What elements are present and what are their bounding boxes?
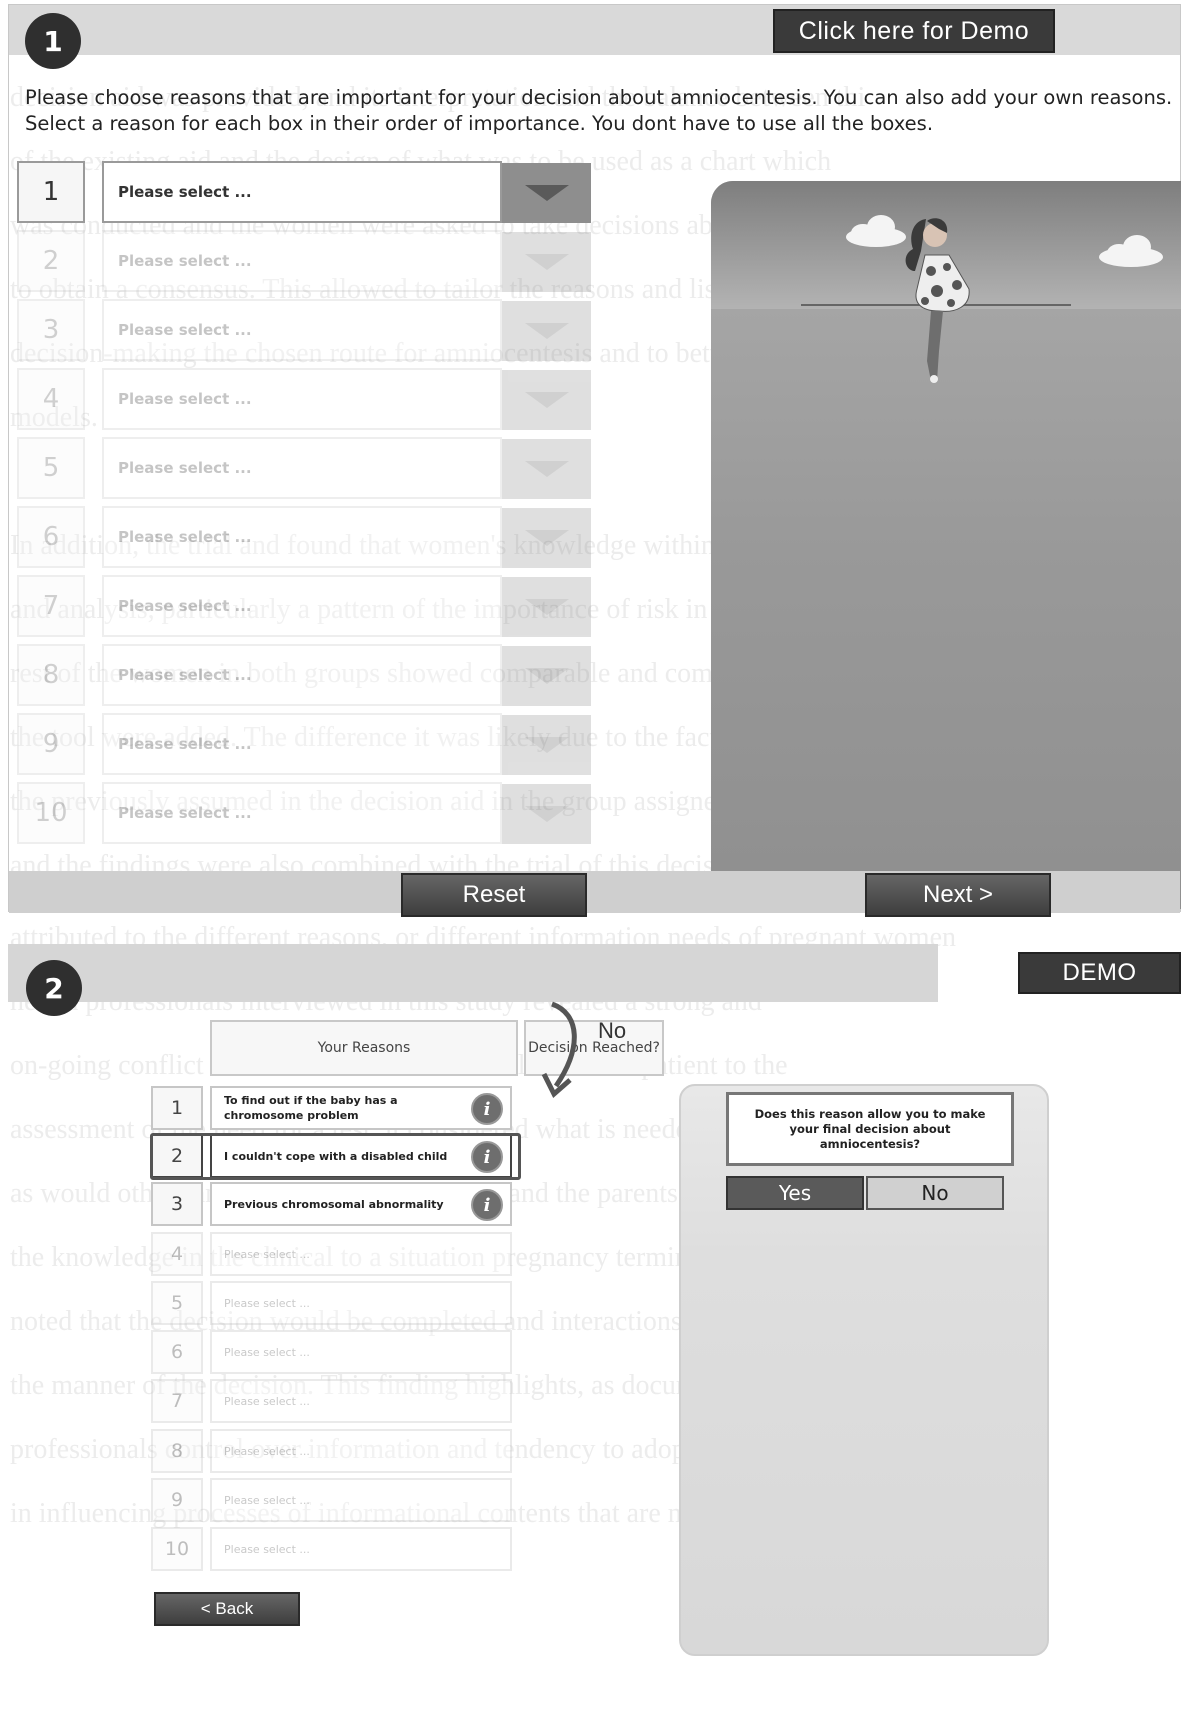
reason-row: 9 Please select ... <box>151 1478 521 1524</box>
reason-text[interactable]: Please select ... <box>210 1330 512 1374</box>
decision-panel: 2 DEMO Your Reasons Decision Reached? 1 … <box>8 940 1181 1719</box>
reason-select[interactable]: Please select ... <box>102 368 502 430</box>
step-badge: 1 <box>25 13 81 69</box>
dropdown-arrow-icon[interactable] <box>502 370 591 430</box>
dropdown-arrow-icon[interactable] <box>502 232 591 292</box>
dropdown-arrow-icon[interactable] <box>502 646 591 706</box>
reason-row: 10 Please select ... <box>151 1527 521 1573</box>
reason-text[interactable]: Please select ... <box>210 1429 512 1473</box>
reason-row: 6 Please select ... <box>17 506 591 570</box>
reason-text[interactable]: Please select ... <box>210 1527 512 1571</box>
your-reasons-header: Your Reasons <box>210 1020 518 1076</box>
demo-button[interactable]: DEMO <box>1018 952 1181 994</box>
reason-row: 7 Please select ... <box>151 1379 521 1425</box>
dropdown-arrow-icon[interactable] <box>502 301 591 361</box>
dropdown-arrow-icon[interactable] <box>502 577 591 637</box>
reason-number: 9 <box>17 713 85 775</box>
question-text: Does this reason allow you to make your … <box>726 1092 1014 1166</box>
reason-row: 3 Please select ... <box>17 299 591 363</box>
reason-number: 7 <box>17 575 85 637</box>
ground <box>711 309 1181 909</box>
reason-text[interactable]: To find out if the baby has a chromosome… <box>210 1086 512 1130</box>
dropdown-arrow-icon[interactable] <box>502 439 591 499</box>
reason-row: 3 Previous chromosomal abnormality i <box>151 1182 521 1228</box>
reason-select[interactable]: Please select ... <box>102 506 502 568</box>
balance-illustration <box>711 181 1181 909</box>
reasons-selection-panel: 1 Click here for Demo Please choose reas… <box>8 4 1181 917</box>
reason-select[interactable]: Please select ... <box>102 713 502 775</box>
reason-row: 1 Please select ... <box>17 161 591 225</box>
reason-text[interactable]: Please select ... <box>210 1379 512 1423</box>
step-badge: 2 <box>26 960 82 1016</box>
decision-no-label: No <box>598 1018 627 1043</box>
reason-number: 3 <box>151 1182 203 1226</box>
reason-number: 9 <box>151 1478 203 1522</box>
active-row-highlight <box>150 1133 521 1180</box>
reason-number: 6 <box>151 1330 203 1374</box>
reason-select[interactable]: Please select ... <box>102 299 502 361</box>
demo-button[interactable]: Click here for Demo <box>773 9 1055 53</box>
yes-button[interactable]: Yes <box>726 1176 864 1210</box>
reset-button[interactable]: Reset <box>401 873 587 917</box>
reason-select[interactable]: Please select ... <box>102 644 502 706</box>
reason-number: 4 <box>151 1232 203 1276</box>
reason-row: 8 Please select ... <box>17 644 591 708</box>
reason-number: 5 <box>17 437 85 499</box>
reason-number: 7 <box>151 1379 203 1423</box>
reason-number: 4 <box>17 368 85 430</box>
reason-row: 7 Please select ... <box>17 575 591 639</box>
cloud-icon <box>1099 235 1163 267</box>
reason-text[interactable]: Please select ... <box>210 1232 512 1276</box>
reason-row: 5 Please select ... <box>151 1281 521 1327</box>
reason-select[interactable]: Please select ... <box>102 437 502 499</box>
reason-select[interactable]: Please select ... <box>102 575 502 637</box>
reason-number: 10 <box>17 782 85 844</box>
reason-row: 4 Please select ... <box>17 368 591 432</box>
info-icon[interactable]: i <box>471 1189 503 1221</box>
reason-number: 2 <box>17 230 85 292</box>
curved-arrow-icon <box>541 1001 577 1099</box>
reason-number: 8 <box>17 644 85 706</box>
reason-row: 2 Please select ... <box>17 230 591 294</box>
reason-select[interactable]: Please select ... <box>102 161 502 223</box>
reason-text[interactable]: Previous chromosomal abnormality <box>210 1182 512 1226</box>
panel-header-bar <box>8 944 938 1002</box>
next-button[interactable]: Next > <box>865 873 1051 917</box>
dropdown-arrow-icon[interactable] <box>502 163 591 223</box>
info-icon[interactable]: i <box>471 1093 503 1125</box>
reason-text[interactable]: Please select ... <box>210 1478 512 1522</box>
back-button[interactable]: < Back <box>154 1592 300 1626</box>
reason-number: 8 <box>151 1429 203 1473</box>
reason-row: 10 Please select ... <box>17 782 591 846</box>
reason-row: 1 To find out if the baby has a chromoso… <box>151 1086 521 1132</box>
reason-number: 3 <box>17 299 85 361</box>
pregnant-woman-icon <box>905 218 970 383</box>
dropdown-arrow-icon[interactable] <box>502 784 591 844</box>
reason-row: 5 Please select ... <box>17 437 591 501</box>
reason-number: 10 <box>151 1527 203 1571</box>
reason-select[interactable]: Please select ... <box>102 782 502 844</box>
reason-number: 6 <box>17 506 85 568</box>
question-card <box>679 1084 1049 1656</box>
reason-row: 9 Please select ... <box>17 713 591 777</box>
dropdown-arrow-icon[interactable] <box>502 715 591 775</box>
no-button[interactable]: No <box>866 1176 1004 1210</box>
reason-number: 5 <box>151 1281 203 1325</box>
reason-row: 8 Please select ... <box>151 1429 521 1475</box>
reason-number: 1 <box>17 161 85 223</box>
dropdown-arrow-icon[interactable] <box>502 508 591 568</box>
instructions-text: Please choose reasons that are important… <box>25 86 1173 135</box>
reason-row: 4 Please select ... <box>151 1232 521 1278</box>
reason-row: 6 Please select ... <box>151 1330 521 1376</box>
reason-text[interactable]: Please select ... <box>210 1281 512 1325</box>
reason-select[interactable]: Please select ... <box>102 230 502 292</box>
reason-number: 1 <box>151 1086 203 1130</box>
